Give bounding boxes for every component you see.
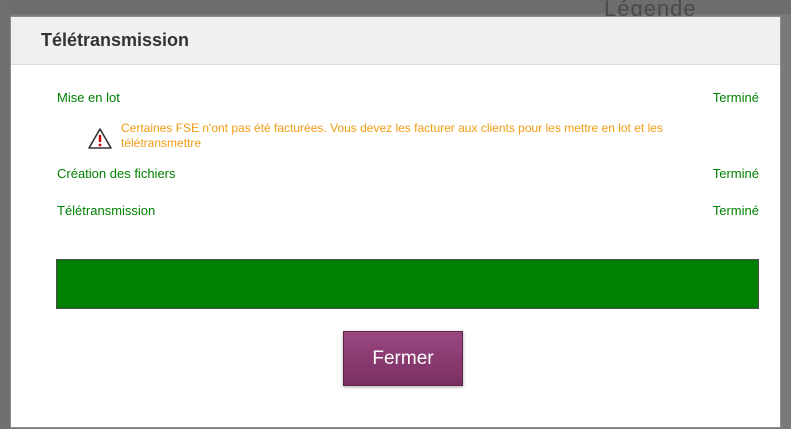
step-status: Terminé — [712, 90, 759, 105]
dialog-title: Télétransmission — [41, 30, 190, 50]
progress-bar — [56, 259, 759, 309]
close-button[interactable]: Fermer — [343, 331, 463, 386]
step-status: Terminé — [712, 166, 759, 181]
step-label: Création des fichiers — [57, 166, 176, 181]
step-row-mise-en-lot: Mise en lot Terminé — [57, 90, 759, 105]
progress-bar-fill — [57, 260, 758, 308]
dialog-header: Télétransmission — [11, 17, 780, 65]
warning-triangle-icon — [88, 128, 112, 149]
warning-text: Certaines FSE n'ont pas été facturées. V… — [121, 121, 663, 150]
background-sidebar — [0, 0, 10, 429]
step-row-teletransmission: Télétransmission Terminé — [57, 203, 759, 218]
step-label: Télétransmission — [57, 203, 156, 218]
teletransmission-dialog: Télétransmission Mise en lot Terminé Cer… — [10, 16, 781, 428]
warning-message: Certaines FSE n'ont pas été facturées. V… — [87, 121, 727, 151]
step-status: Terminé — [712, 203, 759, 218]
step-label: Mise en lot — [57, 90, 120, 105]
step-row-creation-fichiers: Création des fichiers Terminé — [57, 166, 759, 181]
